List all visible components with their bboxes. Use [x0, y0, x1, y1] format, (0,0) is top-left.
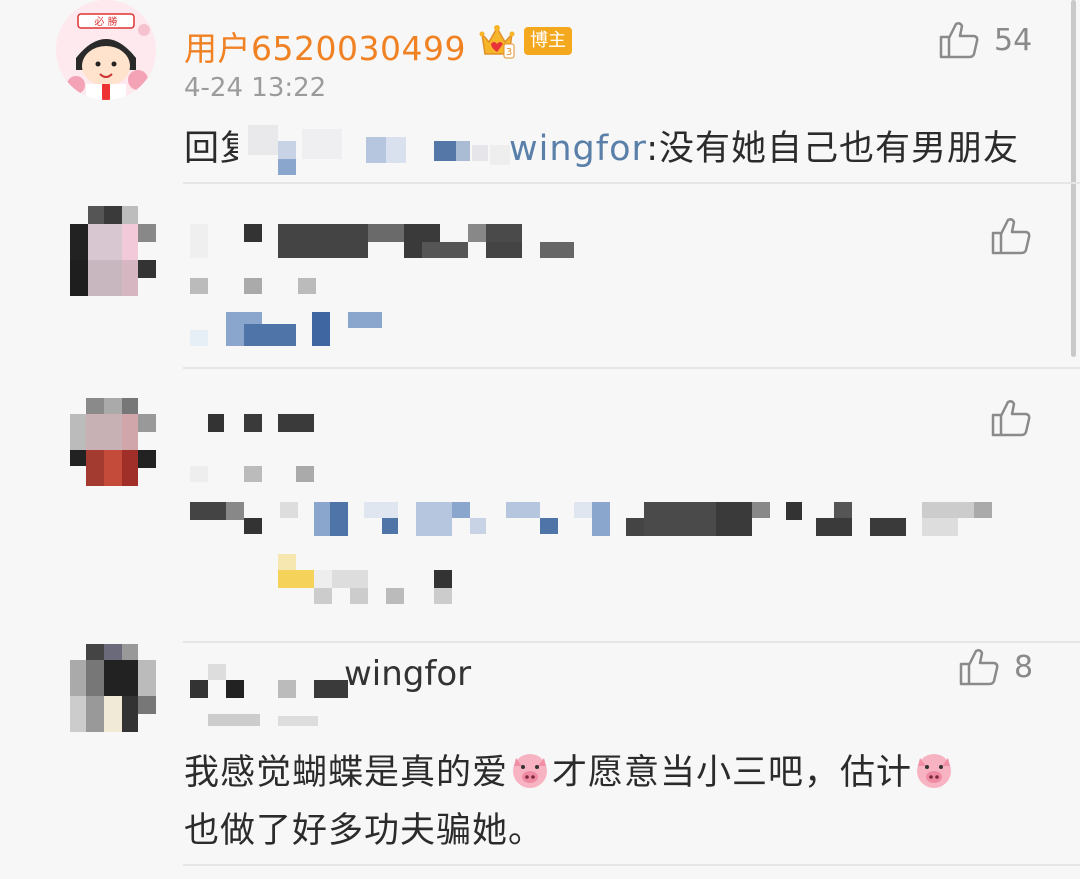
svg-text:3: 3 — [506, 47, 512, 58]
thumbs-up-icon — [991, 400, 1031, 437]
avatar[interactable]: 必 勝 — [56, 0, 156, 100]
pig-face-emoji — [917, 754, 952, 788]
thumbs-up-icon — [939, 22, 979, 59]
thumbs-up-icon — [959, 649, 999, 686]
comment-item-4: wingfor 8 我感觉蝴蝶是真的爱 才愿意当小三吧，估计 也做了好多功夫骗她。 — [0, 644, 1080, 879]
comment-time: 4-24 13:22 — [184, 73, 327, 103]
body-text-segment: 我感觉蝴蝶是真的爱 — [184, 753, 509, 793]
mosaic-redaction — [190, 664, 348, 726]
comment-item-3 — [0, 368, 1080, 644]
like-count: 8 — [1014, 649, 1034, 685]
like-button[interactable] — [990, 398, 1032, 438]
avatar[interactable] — [70, 398, 156, 488]
comment-body-line-1: 我感觉蝴蝶是真的爱 才愿意当小三吧，估计 — [184, 744, 956, 795]
avatar[interactable] — [70, 206, 156, 296]
pig-face-emoji — [513, 754, 548, 788]
divider — [183, 641, 1080, 643]
mosaic-redaction — [190, 224, 574, 346]
comment-list: 必 勝 用户6520030499 3 博主 4-24 13:22 回复 wing… — [0, 0, 1080, 879]
thumbs-up-icon — [991, 218, 1031, 255]
blogger-badge: 博主 — [524, 27, 572, 55]
comment-item-1: 必 勝 用户6520030499 3 博主 4-24 13:22 回复 wing… — [0, 0, 1080, 185]
username[interactable]: 用户6520030499 — [184, 22, 466, 70]
like-button[interactable] — [990, 216, 1032, 256]
body-text-segment: 才愿意当小三吧，估计 — [552, 753, 913, 793]
like-count: 54 — [994, 22, 1033, 58]
mosaic-redaction — [238, 105, 510, 185]
reply-body: wingfor:没有她自己也有男朋友 — [509, 120, 1019, 171]
reply-target-name[interactable]: wingfor — [509, 129, 646, 169]
like-button[interactable]: 8 — [958, 647, 1033, 687]
comment-item-2 — [0, 184, 1080, 369]
reply-text: :没有她自己也有男朋友 — [646, 129, 1020, 169]
username-visible-part[interactable]: wingfor — [344, 654, 471, 694]
comment-body-line-2: 也做了好多功夫骗她。 — [184, 811, 545, 851]
svg-text:必 勝: 必 勝 — [94, 15, 117, 28]
avatar-image: 必 勝 — [56, 0, 156, 100]
like-button[interactable]: 54 — [938, 20, 1032, 60]
mosaic-redaction — [190, 414, 992, 604]
avatar[interactable] — [70, 644, 156, 734]
divider — [183, 864, 1080, 866]
crown-icon: 3 — [479, 25, 515, 59]
